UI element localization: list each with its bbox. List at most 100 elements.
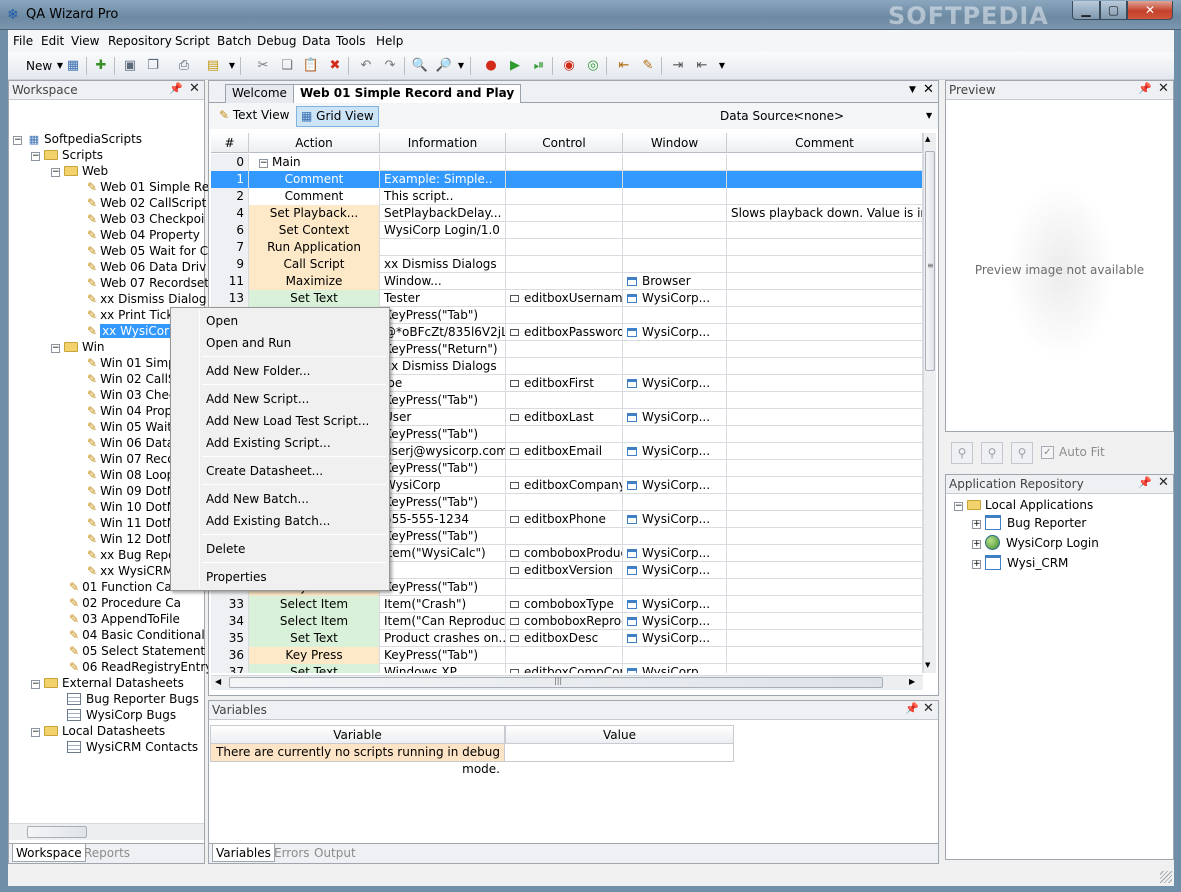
cell-window[interactable] [623,579,727,596]
cell-information[interactable]: This script.. [380,188,506,205]
tree-item[interactable]: WysiCRM Contacts [67,739,198,755]
cell-action[interactable]: Run Application [249,239,380,256]
tree-item[interactable]: ✎ 05 Select Statement [69,643,205,659]
table-row[interactable]: 9 Call Script xx Dismiss Dialogs [211,256,923,273]
cell-control[interactable] [506,460,623,477]
save-icon[interactable]: ▣ [121,57,139,75]
cell-comment[interactable] [727,664,923,673]
cell-control[interactable]: editboxLast [506,409,623,426]
cell-window[interactable] [623,392,727,409]
zoom-out-icon[interactable]: ⚲ [981,442,1003,464]
tree-item[interactable]: ✎ Web 05 Wait for C [87,243,208,259]
cell-number[interactable]: 13 [211,290,249,307]
tree-item[interactable]: ✎ Win 04 Prope [87,403,180,419]
resize-grip-icon[interactable] [1160,871,1172,883]
tab-web01-script[interactable]: Web 01 Simple Record and Play [293,84,522,104]
menu-item-add-new-load-test-script[interactable]: Add New Load Test Script... [206,414,369,428]
menu-debug[interactable]: Debug [257,34,296,48]
cell-control[interactable]: editboxDesc [506,630,623,647]
menu-item-open-and-run[interactable]: Open and Run [206,336,291,350]
cell-window[interactable] [623,256,727,273]
cell-number[interactable]: 9 [211,256,249,273]
cell-comment[interactable] [727,528,923,545]
col-header-window[interactable]: Window [623,133,727,153]
cell-action[interactable]: − Main [249,154,380,171]
collapse-icon[interactable]: − [51,168,60,177]
close-window-button[interactable]: ✕ [1127,1,1173,20]
tree-item[interactable]: ✎ Web 01 Simple Re [87,179,209,195]
cell-control[interactable] [506,647,623,664]
cell-comment[interactable] [727,545,923,562]
cell-comment[interactable] [727,358,923,375]
cell-comment[interactable] [727,562,923,579]
cell-window[interactable] [623,222,727,239]
tree-item[interactable]: ✎ Win 02 CallS [87,371,176,387]
cell-comment[interactable] [727,324,923,341]
cell-information[interactable]: KeyPress("Tab") [380,307,506,324]
paste-icon[interactable]: 📋 [302,57,320,75]
tree-item[interactable]: ✎ Win 11 DotN [87,515,176,531]
col-header-information[interactable]: Information [380,133,506,153]
cell-window[interactable] [623,205,727,222]
cell-comment[interactable] [727,443,923,460]
step-icon[interactable]: ⏯ [530,57,548,75]
cell-control[interactable]: editboxPhone [506,511,623,528]
tab-errors[interactable]: Errors [271,844,313,862]
cell-action[interactable]: Set Text [249,290,380,307]
cell-comment[interactable] [727,375,923,392]
collapse-icon[interactable]: − [31,152,40,161]
workspace-hscrollbar[interactable] [9,823,204,840]
cell-number[interactable]: 6 [211,222,249,239]
dropdown-arrow-icon[interactable]: ▼ [223,57,241,75]
menu-repository[interactable]: Repository [108,34,172,48]
tree-item[interactable]: ✎ Win 12 DotN [87,531,176,547]
cell-control[interactable]: comboboxProduct [506,545,623,562]
table-row[interactable]: 11 Maximize Window... Browser [211,273,923,290]
cell-information[interactable]: KeyPress("Tab") [380,426,506,443]
close-panel-icon[interactable]: ✕ [1158,81,1169,96]
cell-control[interactable] [506,273,623,290]
app-repo-item[interactable]: + Bug Reporter [972,514,1086,532]
cell-information[interactable]: Windows XP [380,664,506,673]
cell-comment[interactable] [727,154,923,171]
cell-control[interactable] [506,256,623,273]
cell-control[interactable]: editboxEmail [506,443,623,460]
play-icon[interactable]: ▶ [506,57,524,75]
table-row[interactable]: 1 Comment Example: Simple.. [211,171,923,188]
grid-hscrollbar[interactable]: ◀ ||| ▶ [211,675,923,690]
cell-comment[interactable] [727,460,923,477]
collapse-icon[interactable]: − [954,502,963,511]
cell-window[interactable]: WysiCorp... [623,511,727,528]
tree-item[interactable]: Bug Reporter Bugs [67,691,199,707]
tree-item[interactable]: ✎ Web 03 Checkpoi [87,211,204,227]
zoom-fit-icon[interactable]: ⚲ [951,442,973,464]
cell-information[interactable]: @*oBFcZt/835l6V2jLt... [380,324,506,341]
cell-information[interactable]: Item("WysiCalc") [380,545,506,562]
col-header-number[interactable]: # [211,133,249,153]
record-checkpoint-icon[interactable]: ◉ [560,57,578,75]
cell-information[interactable]: KeyPress("Tab") [380,460,506,477]
table-row[interactable]: 6 Set Context WysiCorp Login/1.0 [211,222,923,239]
cell-control[interactable] [506,205,623,222]
tree-item[interactable]: ✎ 04 Basic Conditional [69,627,205,643]
cell-action[interactable]: Maximize [249,273,380,290]
cell-comment[interactable] [727,511,923,528]
expand-icon[interactable]: + [972,560,981,569]
cell-window[interactable] [623,460,727,477]
cell-comment[interactable] [727,171,923,188]
menu-view[interactable]: View [71,34,99,48]
cell-information[interactable]: xx Dismiss Dialogs [380,256,506,273]
properties-icon[interactable]: ▤ [204,57,222,75]
table-row[interactable]: 35 Set Text Product crashes on... editboxDe… [211,630,923,647]
table-row[interactable]: 0 − Main [211,154,923,171]
cell-information[interactable]: Joe [380,375,506,392]
cell-window[interactable] [623,239,727,256]
table-row[interactable]: 4 Set Playback... SetPlaybackDelay... Slows… [211,205,923,222]
cell-control[interactable] [506,392,623,409]
indent-icon[interactable]: ⇥ [669,57,687,75]
dropdown-arrow-icon[interactable]: ▼ [713,57,731,75]
menu-item-delete[interactable]: Delete [206,542,245,556]
data-source-select[interactable]: <none> [794,109,844,123]
cell-window[interactable]: WysiCorp... [623,290,727,307]
tab-reports[interactable]: Reports [81,844,133,862]
